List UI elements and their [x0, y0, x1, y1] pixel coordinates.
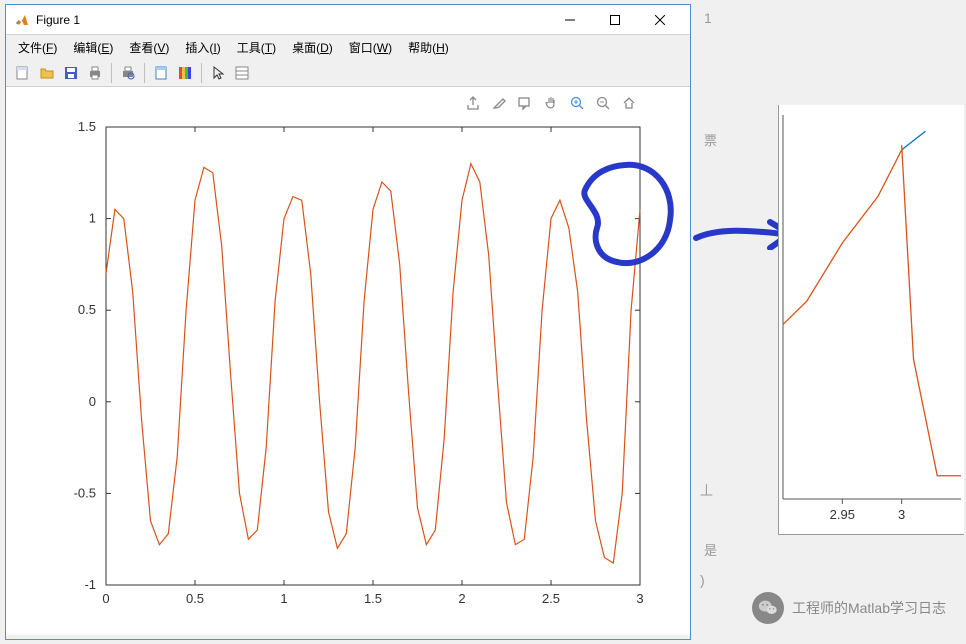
- colorbar-button[interactable]: [174, 62, 196, 84]
- menu-tools[interactable]: 工具(T): [231, 37, 282, 58]
- menu-file[interactable]: 文件(F): [12, 37, 63, 58]
- svg-text:1.5: 1.5: [364, 591, 382, 606]
- svg-text:1.5: 1.5: [78, 119, 96, 134]
- plot-area: -1 -0.5 0 0.5 1 1.5 0 0.5 1 1.5 2 2.5 3: [6, 87, 690, 635]
- svg-text:1: 1: [280, 591, 287, 606]
- maximize-button[interactable]: [592, 6, 637, 34]
- matlab-icon: [14, 12, 30, 28]
- inspector-button[interactable]: [231, 62, 253, 84]
- window-title: Figure 1: [36, 13, 547, 27]
- close-button[interactable]: [637, 6, 682, 34]
- svg-text:0.5: 0.5: [78, 302, 96, 317]
- svg-text:2.5: 2.5: [542, 591, 560, 606]
- svg-text:3: 3: [636, 591, 643, 606]
- menu-window[interactable]: 窗口(W): [343, 37, 398, 58]
- zoom-inset-panel: 2.95 3: [778, 105, 964, 535]
- bg-text-5: 丄: [700, 480, 713, 499]
- wechat-icon: [752, 592, 784, 624]
- svg-text:0: 0: [102, 591, 109, 606]
- svg-text:2.95: 2.95: [830, 507, 855, 522]
- wechat-badge: 工程师的Matlab学习日志: [752, 592, 946, 624]
- link-button[interactable]: [150, 62, 172, 84]
- menu-view[interactable]: 查看(V): [123, 37, 175, 58]
- zoom-chart[interactable]: 2.95 3: [779, 105, 965, 535]
- bg-text-2: 票: [704, 130, 717, 149]
- print-button[interactable]: [84, 62, 106, 84]
- save-button[interactable]: [60, 62, 82, 84]
- pointer-button[interactable]: [207, 62, 229, 84]
- new-figure-button[interactable]: [12, 62, 34, 84]
- svg-text:1: 1: [89, 211, 96, 226]
- svg-text:-1: -1: [84, 577, 96, 592]
- svg-text:-0.5: -0.5: [74, 485, 96, 500]
- svg-text:0: 0: [89, 394, 96, 409]
- window-controls: [547, 6, 682, 34]
- toolbar: [6, 59, 690, 87]
- main-chart[interactable]: -1 -0.5 0 0.5 1 1.5 0 0.5 1 1.5 2 2.5 3: [6, 87, 690, 635]
- svg-text:2: 2: [458, 591, 465, 606]
- print-preview-button[interactable]: [117, 62, 139, 84]
- menu-desktop[interactable]: 桌面(D): [286, 37, 339, 58]
- bg-text-3: 是: [704, 540, 717, 559]
- open-button[interactable]: [36, 62, 58, 84]
- bg-text-1: 1: [704, 10, 712, 26]
- titlebar[interactable]: Figure 1: [6, 5, 690, 35]
- menubar: 文件(F) 编辑(E) 查看(V) 插入(I) 工具(T) 桌面(D) 窗口(W…: [6, 35, 690, 59]
- menu-insert[interactable]: 插入(I): [179, 37, 226, 58]
- svg-text:0.5: 0.5: [186, 591, 204, 606]
- figure-window: Figure 1 文件(F) 编辑(E) 查看(V) 插入(I) 工具(T) 桌…: [5, 4, 691, 640]
- minimize-button[interactable]: [547, 6, 592, 34]
- wechat-label: 工程师的Matlab学习日志: [792, 598, 946, 618]
- menu-edit[interactable]: 编辑(E): [67, 37, 119, 58]
- bg-text-4: ): [700, 572, 705, 588]
- svg-text:3: 3: [898, 507, 905, 522]
- menu-help[interactable]: 帮助(H): [402, 37, 455, 58]
